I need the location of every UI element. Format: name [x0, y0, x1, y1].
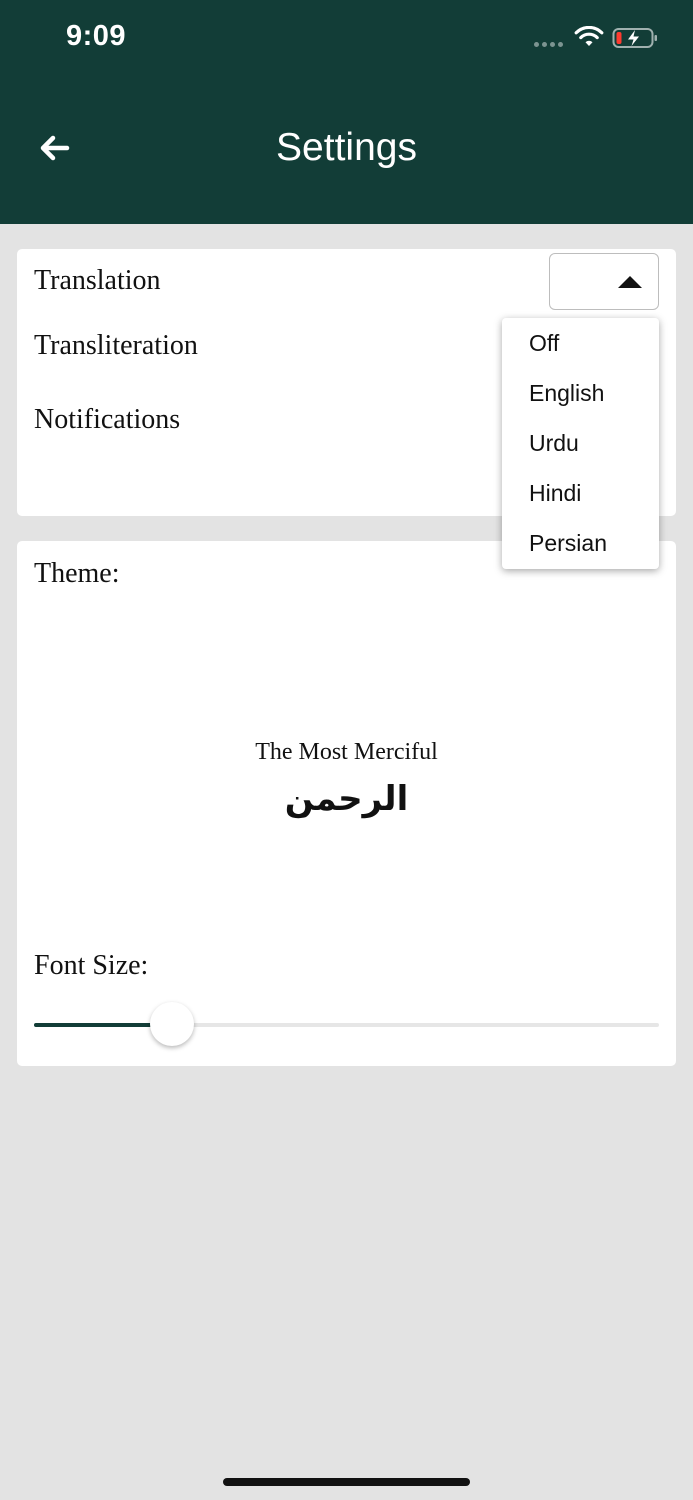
theme-preview-arabic: الرحمن: [284, 779, 409, 819]
translation-select[interactable]: [549, 253, 659, 310]
dropdown-option-hindi[interactable]: Hindi: [529, 480, 581, 507]
translation-dropdown: Off English Urdu Hindi Persian: [502, 318, 659, 569]
transliteration-label: Transliteration: [34, 330, 198, 361]
page-title: Settings: [276, 126, 417, 169]
notifications-label: Notifications: [34, 404, 181, 435]
app-header: 9:09 Settings: [0, 0, 693, 224]
status-time: 9:09: [66, 20, 127, 52]
battery-charging-icon: [612, 28, 657, 48]
font-size-slider[interactable]: [34, 1002, 659, 1046]
dropdown-option-persian[interactable]: Persian: [529, 530, 607, 557]
cellular-dots-icon: [534, 42, 563, 47]
dropdown-option-off[interactable]: Off: [529, 330, 559, 357]
home-indicator: [223, 1478, 470, 1486]
dropdown-option-urdu[interactable]: Urdu: [529, 430, 579, 457]
font-size-slider-thumb[interactable]: [149, 1002, 194, 1046]
caret-up-icon: [618, 276, 642, 288]
theme-preview-english: The Most Merciful: [255, 739, 438, 765]
theme-label: Theme:: [34, 558, 120, 589]
wifi-icon: [574, 26, 604, 46]
font-size-label: Font Size:: [34, 950, 149, 981]
translation-label: Translation: [34, 265, 161, 296]
dropdown-option-english[interactable]: English: [529, 380, 604, 407]
theme-card: Theme: The Most Merciful الرحمن Font Siz…: [17, 541, 676, 1066]
